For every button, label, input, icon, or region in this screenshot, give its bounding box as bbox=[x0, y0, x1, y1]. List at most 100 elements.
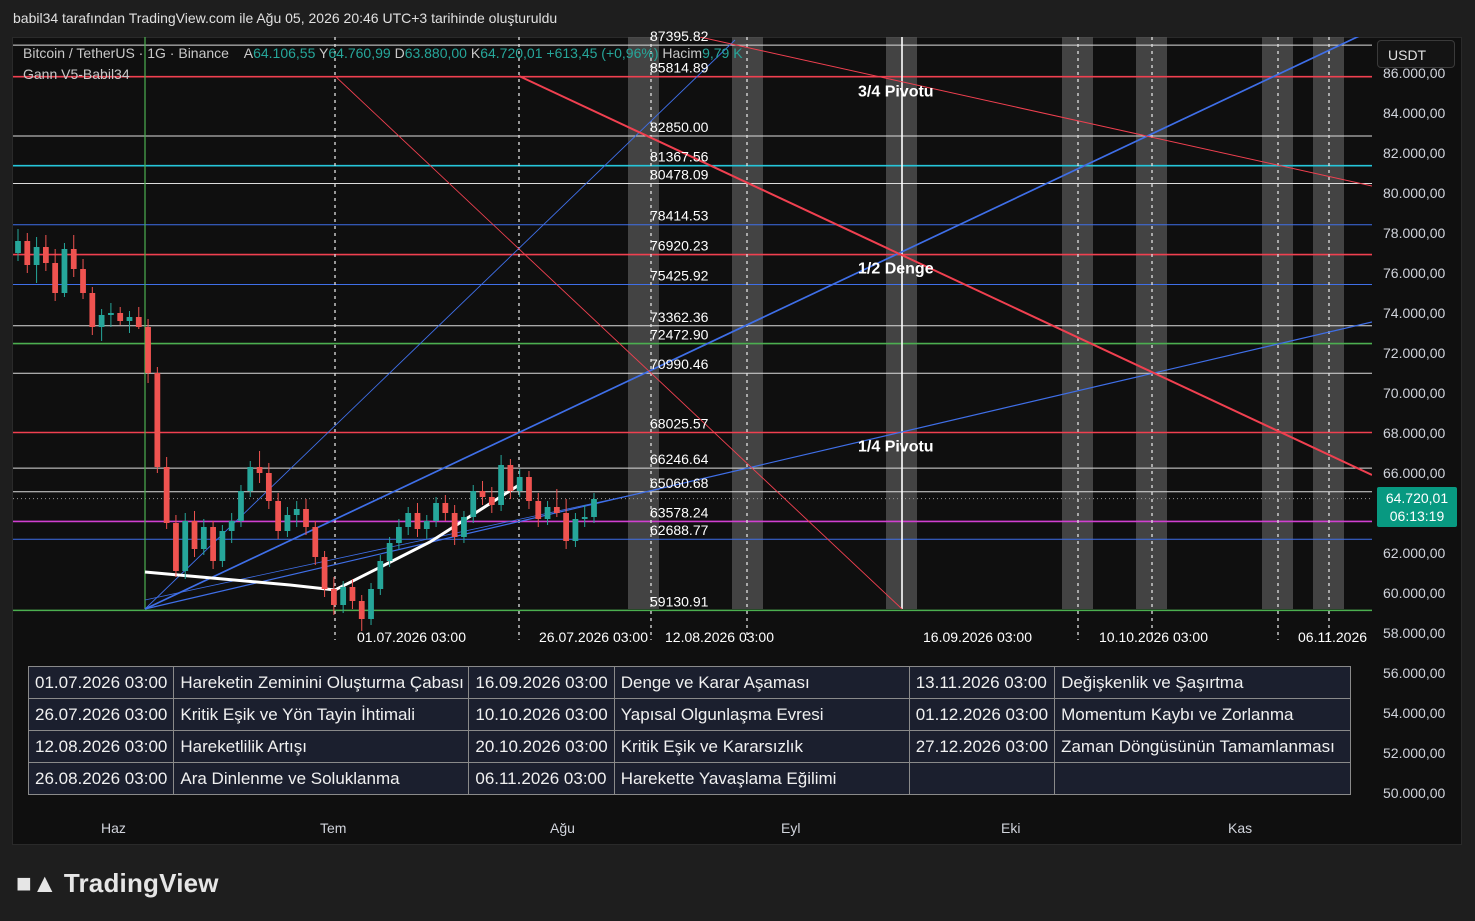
price-axis-label: 52.000,00 bbox=[1383, 745, 1445, 761]
gann-level-label: 82850.00 bbox=[650, 119, 709, 135]
close-value: 64.720,01 bbox=[480, 45, 543, 61]
candle-body bbox=[117, 313, 124, 321]
candle-body bbox=[284, 515, 291, 531]
price-axis-label: 62.000,00 bbox=[1383, 545, 1445, 561]
candle-body bbox=[581, 517, 588, 519]
candle-body bbox=[488, 497, 495, 505]
symbol-name[interactable]: Bitcoin / TetherUS · 1G · Binance bbox=[23, 45, 229, 61]
candle-body bbox=[33, 247, 40, 265]
time-axis-label: Eki bbox=[1001, 820, 1020, 836]
cycle-date-label: 12.08.2026 03:00 bbox=[665, 629, 774, 645]
gann-level-label: 87395.82 bbox=[650, 28, 709, 44]
event-date: 01.12.2026 03:00 bbox=[908, 698, 1056, 731]
candle-body bbox=[247, 467, 254, 491]
tradingview-logo-icon: ■▲ bbox=[16, 868, 58, 898]
candle-body bbox=[154, 373, 161, 467]
price-axis-label: 50.000,00 bbox=[1383, 785, 1445, 801]
price-axis-label: 82.000,00 bbox=[1383, 145, 1445, 161]
gann-level-label: 63578.24 bbox=[650, 504, 709, 520]
event-date: 10.10.2026 03:00 bbox=[468, 698, 615, 731]
price-axis-label: 70.000,00 bbox=[1383, 385, 1445, 401]
gann-level-label: 66246.64 bbox=[650, 451, 709, 467]
table-row: 26.07.2026 03:00 Kritik Eşik ve Yön Tayi… bbox=[27, 698, 1352, 731]
candle-body bbox=[349, 587, 356, 601]
candle-body bbox=[423, 521, 430, 529]
gann-level-label: 75425.92 bbox=[650, 267, 709, 283]
candle-body bbox=[396, 527, 402, 543]
indicator-legend[interactable]: Gann V5-Babil34 bbox=[23, 66, 130, 82]
brand-name: TradingView bbox=[63, 868, 219, 898]
candle-body bbox=[526, 477, 532, 501]
open-label: A bbox=[243, 45, 254, 61]
event-label: Hareketin Zeminini Oluşturma Çabası bbox=[173, 666, 470, 699]
high-label: Y bbox=[319, 45, 329, 61]
candle-body bbox=[293, 509, 300, 515]
candle-body bbox=[108, 313, 114, 315]
candle-body bbox=[163, 467, 170, 523]
candle-body bbox=[442, 503, 449, 513]
time-axis-label: Eyl bbox=[781, 820, 800, 836]
time-axis-label: Haz bbox=[101, 820, 126, 836]
candle-body bbox=[414, 513, 421, 529]
price-axis-label: 78.000,00 bbox=[1383, 225, 1445, 241]
gann-level-label: 80478.09 bbox=[650, 166, 709, 182]
currency-button[interactable]: USDT bbox=[1377, 40, 1455, 68]
time-axis-label: Ağu bbox=[550, 820, 575, 836]
gann-level-label: 85814.89 bbox=[650, 60, 709, 76]
candle-body bbox=[135, 317, 142, 327]
gann-level-label: 81367.56 bbox=[650, 149, 709, 165]
candle-body bbox=[182, 521, 189, 571]
event-label: Kritik Eşik ve Yön Tayin İhtimali bbox=[173, 698, 470, 731]
event-label: Denge ve Karar Aşaması bbox=[613, 666, 910, 699]
candle-body bbox=[210, 527, 216, 561]
event-label: Hareketlilik Artışı bbox=[173, 730, 470, 763]
symbol-legend: Bitcoin / TetherUS · 1G · Binance A64.10… bbox=[23, 45, 743, 61]
gann-fan-line bbox=[334, 75, 903, 610]
event-date: 01.07.2026 03:00 bbox=[27, 666, 175, 699]
time-axis-label: Kas bbox=[1228, 820, 1252, 836]
event-date: 06.11.2026 03:00 bbox=[468, 762, 615, 795]
candle-body bbox=[275, 501, 282, 531]
gann-level-label: 59130.91 bbox=[650, 593, 709, 609]
event-label: Değişkenlik ve Şaşırtma bbox=[1054, 666, 1352, 699]
candle-body bbox=[516, 477, 523, 491]
event-date bbox=[908, 762, 1056, 795]
candle-body bbox=[321, 557, 328, 589]
candle-body bbox=[470, 491, 477, 517]
price-axis-label: 66.000,00 bbox=[1383, 465, 1445, 481]
event-label: Zaman Döngüsünün Tamamlanması bbox=[1054, 730, 1352, 763]
candle-body bbox=[98, 315, 105, 327]
candle-body bbox=[340, 587, 347, 605]
event-date: 20.10.2026 03:00 bbox=[468, 730, 615, 763]
cycle-date-label: 01.07.2026 03:00 bbox=[357, 629, 466, 645]
event-label bbox=[1054, 762, 1352, 795]
pivot-annotation: 1/4 Pivotu bbox=[858, 438, 934, 455]
gann-level-label: 76920.23 bbox=[650, 238, 709, 254]
price-axis-label: 58.000,00 bbox=[1383, 625, 1445, 641]
candle-body bbox=[228, 521, 235, 531]
candle-body bbox=[145, 327, 151, 373]
bar-countdown: 06:13:19 bbox=[1389, 508, 1445, 524]
candle-body bbox=[24, 241, 31, 265]
high-value: 64.760,99 bbox=[328, 45, 391, 61]
candle-body bbox=[358, 601, 365, 619]
tradingview-logo[interactable]: ■▲ TradingView bbox=[16, 868, 219, 899]
volume-label: Hacim bbox=[662, 45, 703, 61]
event-label: Ara Dinlenme ve Soluklanma bbox=[173, 762, 470, 795]
candle-body bbox=[461, 517, 467, 537]
cycle-date-label: 26.07.2026 03:00 bbox=[539, 629, 648, 645]
pivot-annotation: 1/2 Denge bbox=[858, 261, 934, 278]
candle-body bbox=[80, 269, 86, 293]
candle-body bbox=[126, 317, 133, 321]
gann-level-label: 72472.90 bbox=[650, 327, 709, 343]
candle-body bbox=[572, 519, 579, 541]
candle-body bbox=[544, 507, 551, 519]
candle-body bbox=[330, 589, 337, 605]
time-axis-label: Tem bbox=[320, 820, 346, 836]
table-row: 26.08.2026 03:00 Ara Dinlenme ve Solukla… bbox=[27, 762, 1352, 795]
event-label: Harekette Yavaşlama Eğilimi bbox=[613, 762, 910, 795]
gann-level-label: 62688.77 bbox=[650, 522, 709, 538]
gann-level-label: 73362.36 bbox=[650, 309, 709, 325]
price-axis-label: 80.000,00 bbox=[1383, 185, 1445, 201]
event-label: Yapısal Olgunlaşma Evresi bbox=[613, 698, 910, 731]
